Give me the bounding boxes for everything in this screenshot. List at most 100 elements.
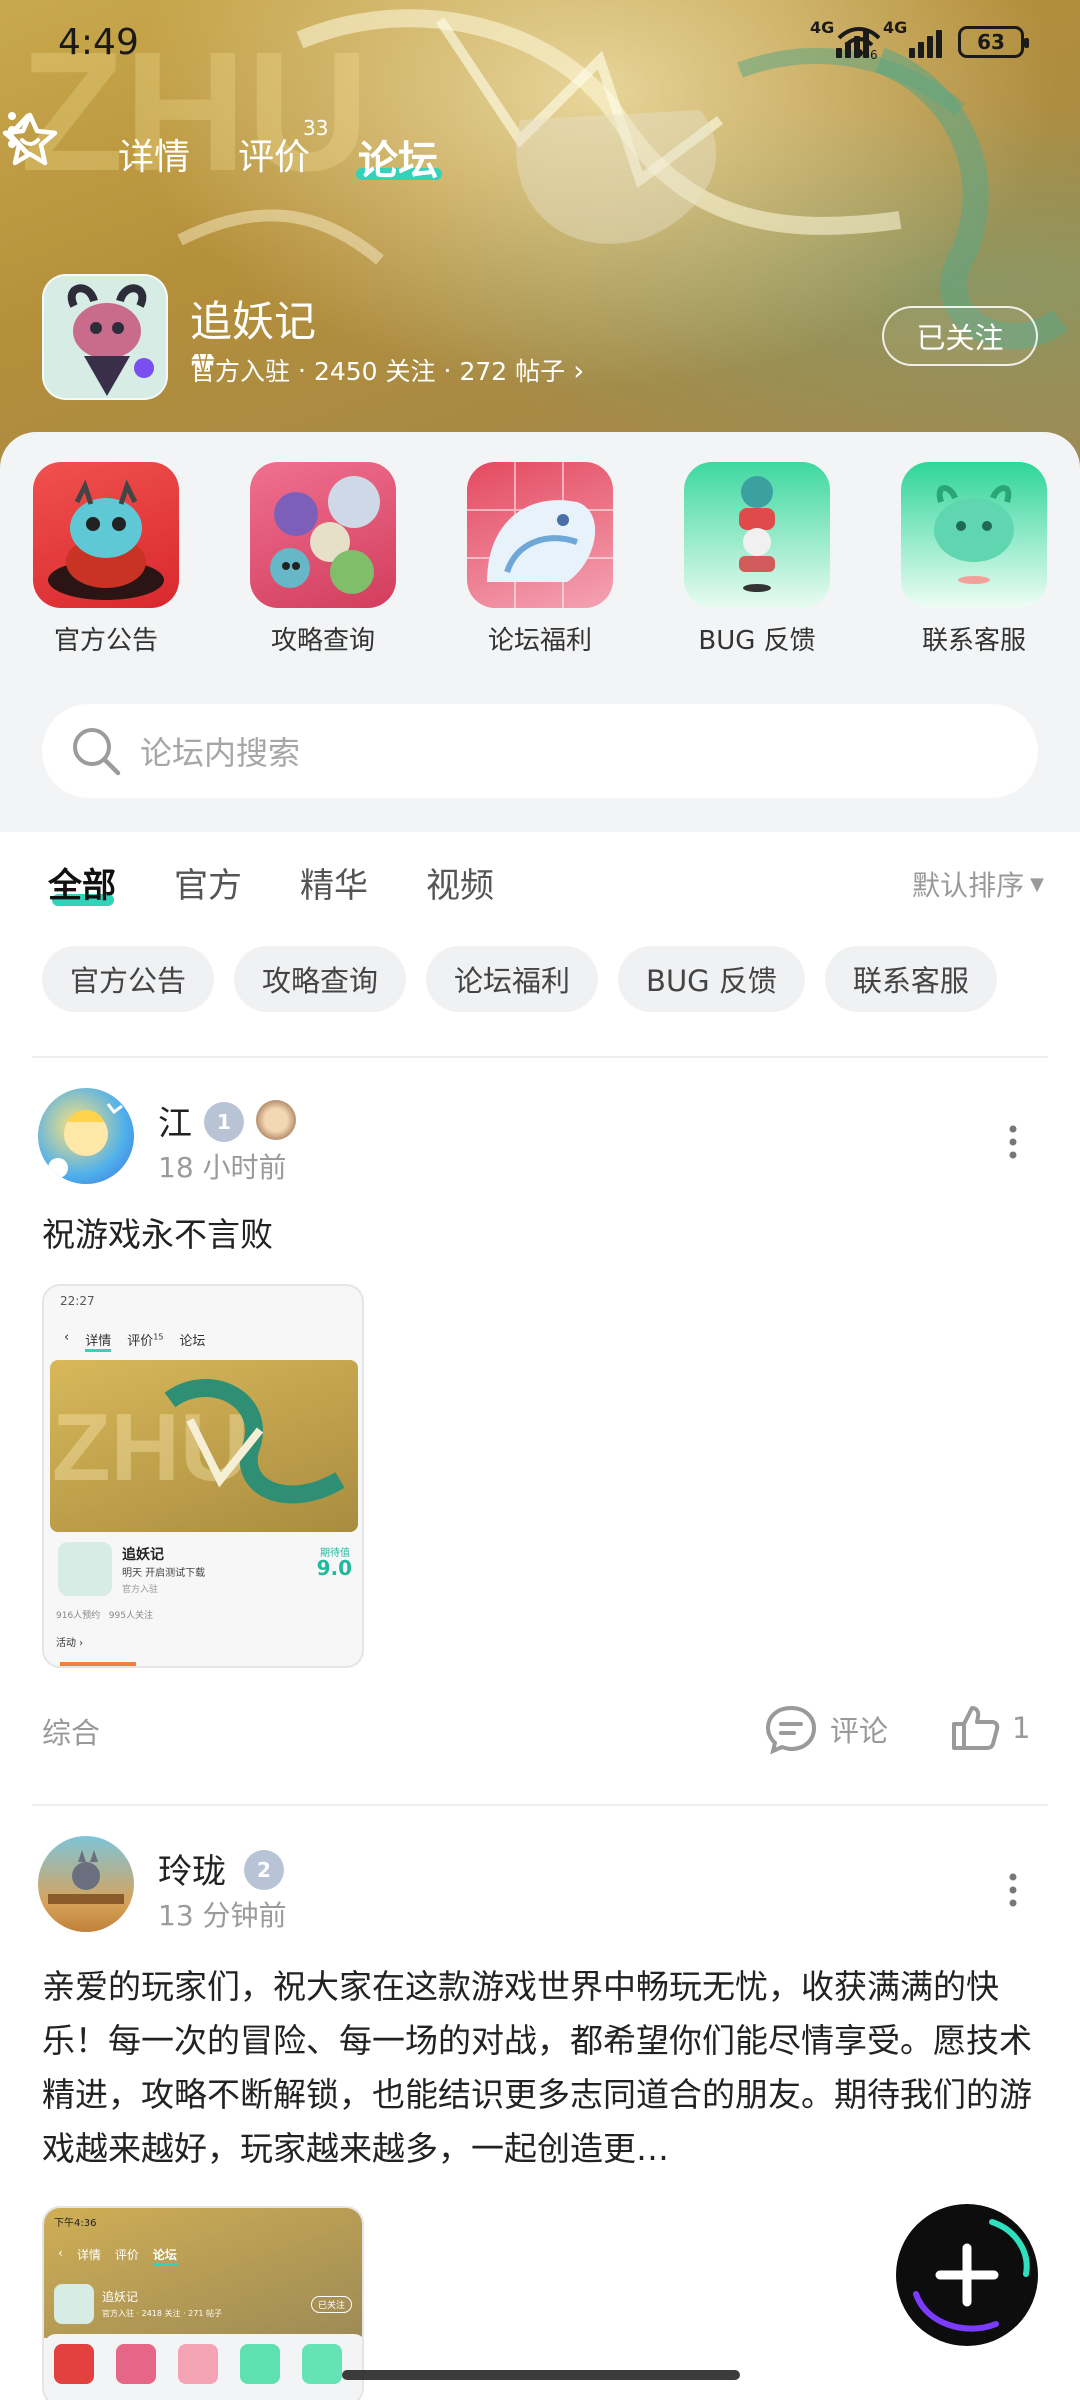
create-post-button[interactable] [896,2204,1038,2346]
signal-icon: 4G [883,18,942,58]
post-more-icon[interactable] [1006,1124,1020,1160]
post-card[interactable]: 江 1 18 小时前 祝游戏永不言败 22:27 ‹ 详情 评价15 论坛 ZH… [0,1086,1080,1766]
wifi-icon: 6 [837,27,881,60]
thumb-stats: 916人预约 995人关注 [56,1611,153,1621]
status-bar: 4:49 4G 4G 6 63 [0,0,1080,96]
top-nav: 详情 评价 33 论坛 [0,110,1080,200]
caret-down-icon: ▼ [1030,873,1044,895]
svg-text:6: 6 [870,48,878,60]
search-bar[interactable]: 论坛内搜索 [42,704,1038,798]
thumb-banner: ZHU [50,1360,358,1532]
battery-icon: 63 [958,26,1029,58]
thumb-panel [44,2334,362,2400]
thumb-time: 下午4:36 [54,2218,97,2229]
diamond-icon [191,353,215,374]
thumbs-up-icon [952,1706,1000,1750]
category-label: 论坛福利 [487,626,592,656]
thumb-app-icon [58,1542,112,1596]
category-panel: 官方公告 攻略查询 论坛福利 BUG 反馈 联系客服 论坛内搜索 [0,432,1080,832]
post-text: 亲爱的玩家们，祝大家在这款游戏世界中畅玩无忧，收获满满的快乐！每一次的冒险、每一… [42,1967,1032,2168]
medal-avatar-icon [256,1100,296,1140]
tab-details[interactable]: 详情 [118,128,190,180]
thumb-nav: ‹ 详情 评价 论坛 [58,2246,177,2266]
category-guides[interactable]: 攻略查询 [243,462,403,657]
followers-count: 2450 关注 [313,357,436,386]
tab-video[interactable]: 视频 [426,858,494,907]
avatar[interactable] [38,1088,134,1184]
totem-icon [684,462,830,608]
thumb-follow: 已关注 [310,2296,352,2313]
search-icon [73,728,121,776]
feed-tabs: 全部 官方 精华 视频 默认排序 ▼ [0,852,1080,932]
level-badge: 1 [204,1102,244,1142]
category-row: 官方公告 攻略查询 论坛福利 BUG 反馈 联系客服 [0,462,1080,662]
category-label: 官方公告 [53,626,158,656]
tab-forum[interactable]: 论坛 [358,128,438,186]
post-text: 祝游戏永不言败 [42,1215,273,1254]
search-placeholder: 论坛内搜索 [140,734,301,772]
hero-banner: ZHU 4:49 4G 4G 6 63 详情 评价 33 论坛 追妖记 官方入驻… [0,0,1080,470]
thumb-app-name: 追妖记 [102,2290,139,2304]
chip-announcements[interactable]: 官方公告 [42,946,215,1012]
category-announcements[interactable]: 官方公告 [26,462,186,657]
post-more-icon[interactable] [1006,1872,1020,1908]
level-badge: 2 [244,1850,284,1890]
more-options-icon[interactable] [0,110,24,150]
signal-label: 4G [883,18,908,37]
category-bug-report[interactable]: BUG 反馈 [677,462,837,657]
chip-guides[interactable]: 攻略查询 [234,946,407,1012]
category-label: 联系客服 [921,626,1026,656]
tab-reviews[interactable]: 评价 [238,128,310,180]
thumb-score: 9.0 [316,1556,352,1580]
chip-customer-service[interactable]: 联系客服 [824,946,997,1012]
white-dragon-icon [467,462,613,608]
thumb-time: 22:27 [60,1294,95,1308]
category-welfare[interactable]: 论坛福利 [460,462,620,657]
chip-bug-report[interactable]: BUG 反馈 [618,946,805,1012]
username[interactable]: 江 [158,1096,192,1145]
tab-official[interactable]: 官方 [174,858,242,907]
sort-label: 默认排序 [912,869,1025,902]
username[interactable]: 玲珑 [158,1844,226,1893]
post-tag[interactable]: 综合 [42,1710,100,1752]
tab-featured[interactable]: 精华 [300,858,368,907]
thumb-app-sub: 明天 开启测试下载 [122,1568,206,1579]
thumb-nav: ‹ 详情 评价15 论坛 [64,1330,205,1352]
post-footer: 综合 评论 1 [0,1700,1080,1760]
green-spirit-icon [901,462,1047,608]
app-icon[interactable] [42,274,168,400]
tag-chips: 官方公告 攻略查询 论坛福利 BUG 反馈 联系客服 [42,946,997,1012]
thumb-progress [60,1662,136,1666]
comment-button[interactable]: 评论 [764,1704,888,1754]
category-label: 攻略查询 [270,626,375,656]
chevron-right-icon: › [573,353,585,387]
post-time: 18 小时前 [158,1151,287,1184]
posts-count: 272 帖子 [459,357,566,386]
like-button[interactable]: 1 [950,1704,1030,1752]
post-image[interactable]: 下午4:36 ‹ 详情 评价 论坛 追妖记 官方入驻 · 2418 关注 · 271… [42,2206,364,2400]
category-label: BUG 反馈 [698,626,816,656]
separator: · [443,355,452,385]
follow-button[interactable]: 已关注 [882,306,1038,366]
post-time: 13 分钟前 [158,1899,287,1932]
thumb-app-icon [54,2284,94,2324]
home-indicator[interactable] [342,2370,740,2380]
like-count: 1 [1012,1711,1031,1745]
category-customer-service[interactable]: 联系客服 [894,462,1054,657]
app-meta[interactable]: 官方入驻 · 2450 关注 · 272 帖子 › [190,352,584,388]
sort-dropdown[interactable]: 默认排序 ▼ [912,864,1044,904]
thumb-activity: 活动 › [56,1638,84,1649]
divider [32,1056,1048,1058]
signal-label: 4G [810,18,835,37]
post-image[interactable]: 22:27 ‹ 详情 评价15 论坛 ZHU 追妖记 明天 开启测试下载 官方入… [42,1284,364,1668]
comment-label: 评论 [830,1714,889,1748]
plus-icon [913,2219,1030,2332]
thumb-official: 官方入驻 [122,1585,159,1595]
thumb-app-meta: 官方入驻 · 2418 关注 · 271 帖子 [102,2309,222,2318]
thumb-app-name: 追妖记 [122,1547,164,1563]
chip-welfare[interactable]: 论坛福利 [426,946,599,1012]
monster-group-icon [250,462,396,608]
avatar[interactable] [38,1836,134,1932]
tab-all[interactable]: 全部 [48,858,116,907]
app-name: 追妖记 [190,297,317,346]
